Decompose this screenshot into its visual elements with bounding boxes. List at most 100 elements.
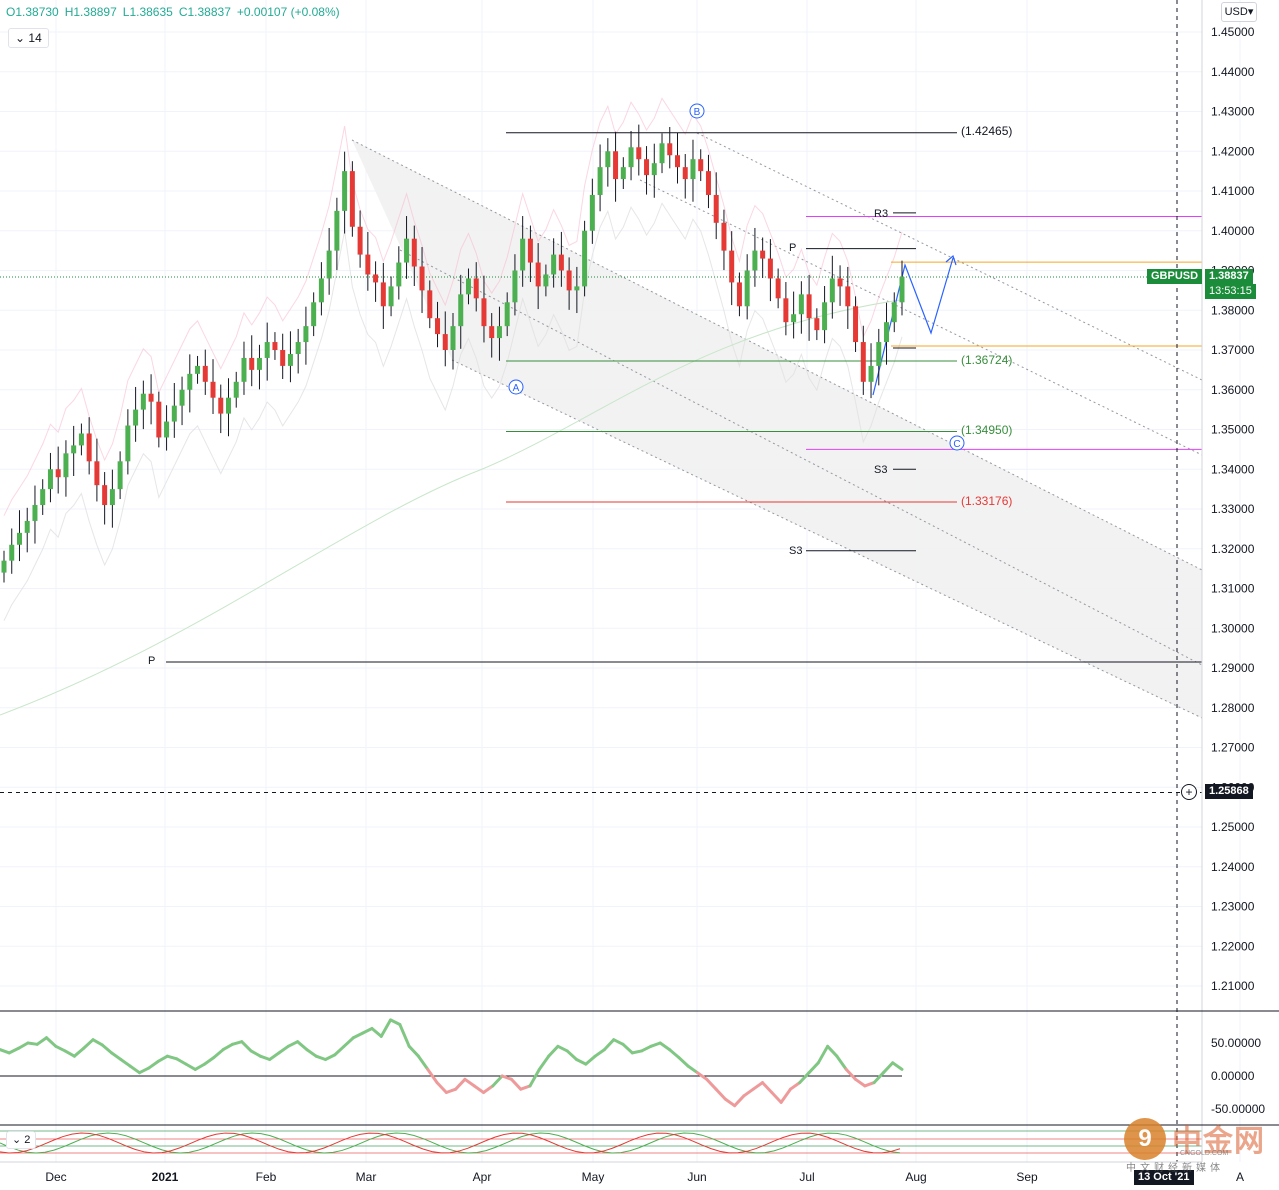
candle-body <box>489 326 495 339</box>
osc-segment <box>277 1044 290 1055</box>
osc-segment <box>54 1044 67 1053</box>
candle-body <box>837 278 843 287</box>
candle-body <box>752 250 758 271</box>
y-tick-label: 1.28000 <box>1211 701 1255 715</box>
chevron-icon: ⌄ <box>15 31 29 45</box>
osc-segment <box>686 1064 699 1075</box>
candle-body <box>334 210 340 251</box>
brand-logo-icon: 9 <box>1124 1118 1166 1160</box>
osc-segment <box>333 1044 346 1057</box>
osc-segment <box>584 1054 597 1066</box>
x-tick-label: 2021 <box>152 1170 179 1184</box>
countdown-tag: 13:53:15 <box>1205 284 1256 299</box>
candle-body <box>535 262 541 287</box>
chart-canvas[interactable]: 1.45000 1.44000 1.43000 1.42000 1.41000 1.400… <box>0 0 1279 1190</box>
osc-segment <box>640 1044 653 1053</box>
candle-body <box>582 230 588 287</box>
candle-body <box>140 393 146 410</box>
candle-body <box>133 409 139 426</box>
candle-body <box>210 381 216 398</box>
y-tick-label: 1.38000 <box>1211 303 1255 317</box>
osc-segment <box>575 1058 588 1066</box>
fib-label-3: (1.34950) <box>961 423 1012 437</box>
change-value: +0.00107 (+0.08%) <box>236 5 340 19</box>
candle-body <box>891 302 897 323</box>
candle-body <box>791 314 797 323</box>
osc-segment <box>770 1091 783 1104</box>
osc-segment <box>296 1040 309 1052</box>
y-tick-label: 1.30000 <box>1211 621 1255 635</box>
candle-body <box>311 302 317 327</box>
candle-body <box>899 276 905 303</box>
osc-segment <box>119 1058 132 1068</box>
osc-segment <box>761 1081 774 1094</box>
x-tick-label: Dec <box>45 1170 66 1184</box>
candle-body <box>829 278 835 303</box>
candle-body <box>659 143 665 164</box>
candle-body <box>326 250 332 279</box>
osc-segment <box>547 1044 560 1058</box>
candle-body <box>24 520 30 533</box>
chevron-icon: ⌄ <box>12 1134 25 1146</box>
osc-segment <box>156 1054 169 1063</box>
y-tick-label: 1.42000 <box>1211 144 1255 158</box>
osc-segment <box>798 1071 811 1085</box>
y-tick-label: 1.31000 <box>1211 582 1255 596</box>
indicator-chip[interactable]: ⌄ 2 <box>6 1131 37 1149</box>
candle-body <box>442 334 448 350</box>
candle-body <box>876 342 882 366</box>
osc-segment <box>249 1049 262 1058</box>
y-tick-label: 1.24000 <box>1211 860 1255 874</box>
y-tick-label: 1.44000 <box>1211 65 1255 79</box>
candle-body <box>806 294 812 319</box>
y-tick-label: 1.32000 <box>1211 542 1255 556</box>
osc-segment <box>44 1036 58 1048</box>
x-tick-label: A <box>1236 1170 1244 1184</box>
osc-segment <box>491 1074 504 1088</box>
candle-body <box>280 350 286 366</box>
candle-body <box>853 306 859 343</box>
osc-segment <box>379 1018 393 1038</box>
osc-segment <box>509 1077 523 1091</box>
candle-body <box>651 163 657 176</box>
candle-body <box>1 560 7 573</box>
candle-body <box>682 167 688 180</box>
osc-segment <box>100 1043 114 1055</box>
osc-segment <box>537 1054 551 1071</box>
osc-segment <box>677 1056 690 1068</box>
crosshair-plus-icon[interactable]: + <box>1181 784 1197 800</box>
candle-body <box>187 373 193 390</box>
osc-segment <box>844 1067 858 1081</box>
currency-button[interactable]: USD▾ <box>1221 2 1257 22</box>
osc-segment <box>714 1087 727 1101</box>
candle-body <box>705 171 711 195</box>
candle-body <box>16 532 22 545</box>
candle-body <box>675 155 680 168</box>
osc-segment <box>556 1044 569 1053</box>
interval-chip[interactable]: ⌄ 14 <box>8 28 49 48</box>
fib-label-1: (1.42465) <box>961 124 1012 138</box>
candle-body <box>465 278 471 295</box>
candle-body <box>171 405 177 422</box>
y-tick-label: 1.45000 <box>1211 25 1255 39</box>
osc-segment <box>463 1077 476 1088</box>
candle-body <box>558 254 564 271</box>
candle-body <box>148 393 154 402</box>
bottom-indicator <box>0 1130 1202 1154</box>
osc-segment <box>7 1046 21 1055</box>
bottom-line-k <box>0 1132 901 1154</box>
candle-body <box>721 222 727 251</box>
candle-body <box>218 397 224 414</box>
candle-body <box>698 159 704 172</box>
candle-body <box>195 365 201 374</box>
candle-body <box>644 159 650 176</box>
osc-segment <box>323 1053 337 1061</box>
candle-body <box>117 461 123 490</box>
x-tick-label: Feb <box>256 1170 277 1184</box>
osc-segment <box>854 1077 867 1088</box>
candle-body <box>527 238 533 263</box>
osc-segment <box>751 1081 765 1091</box>
osc-segment <box>203 1056 216 1066</box>
candle-body <box>605 151 611 168</box>
candle-body <box>729 250 735 283</box>
